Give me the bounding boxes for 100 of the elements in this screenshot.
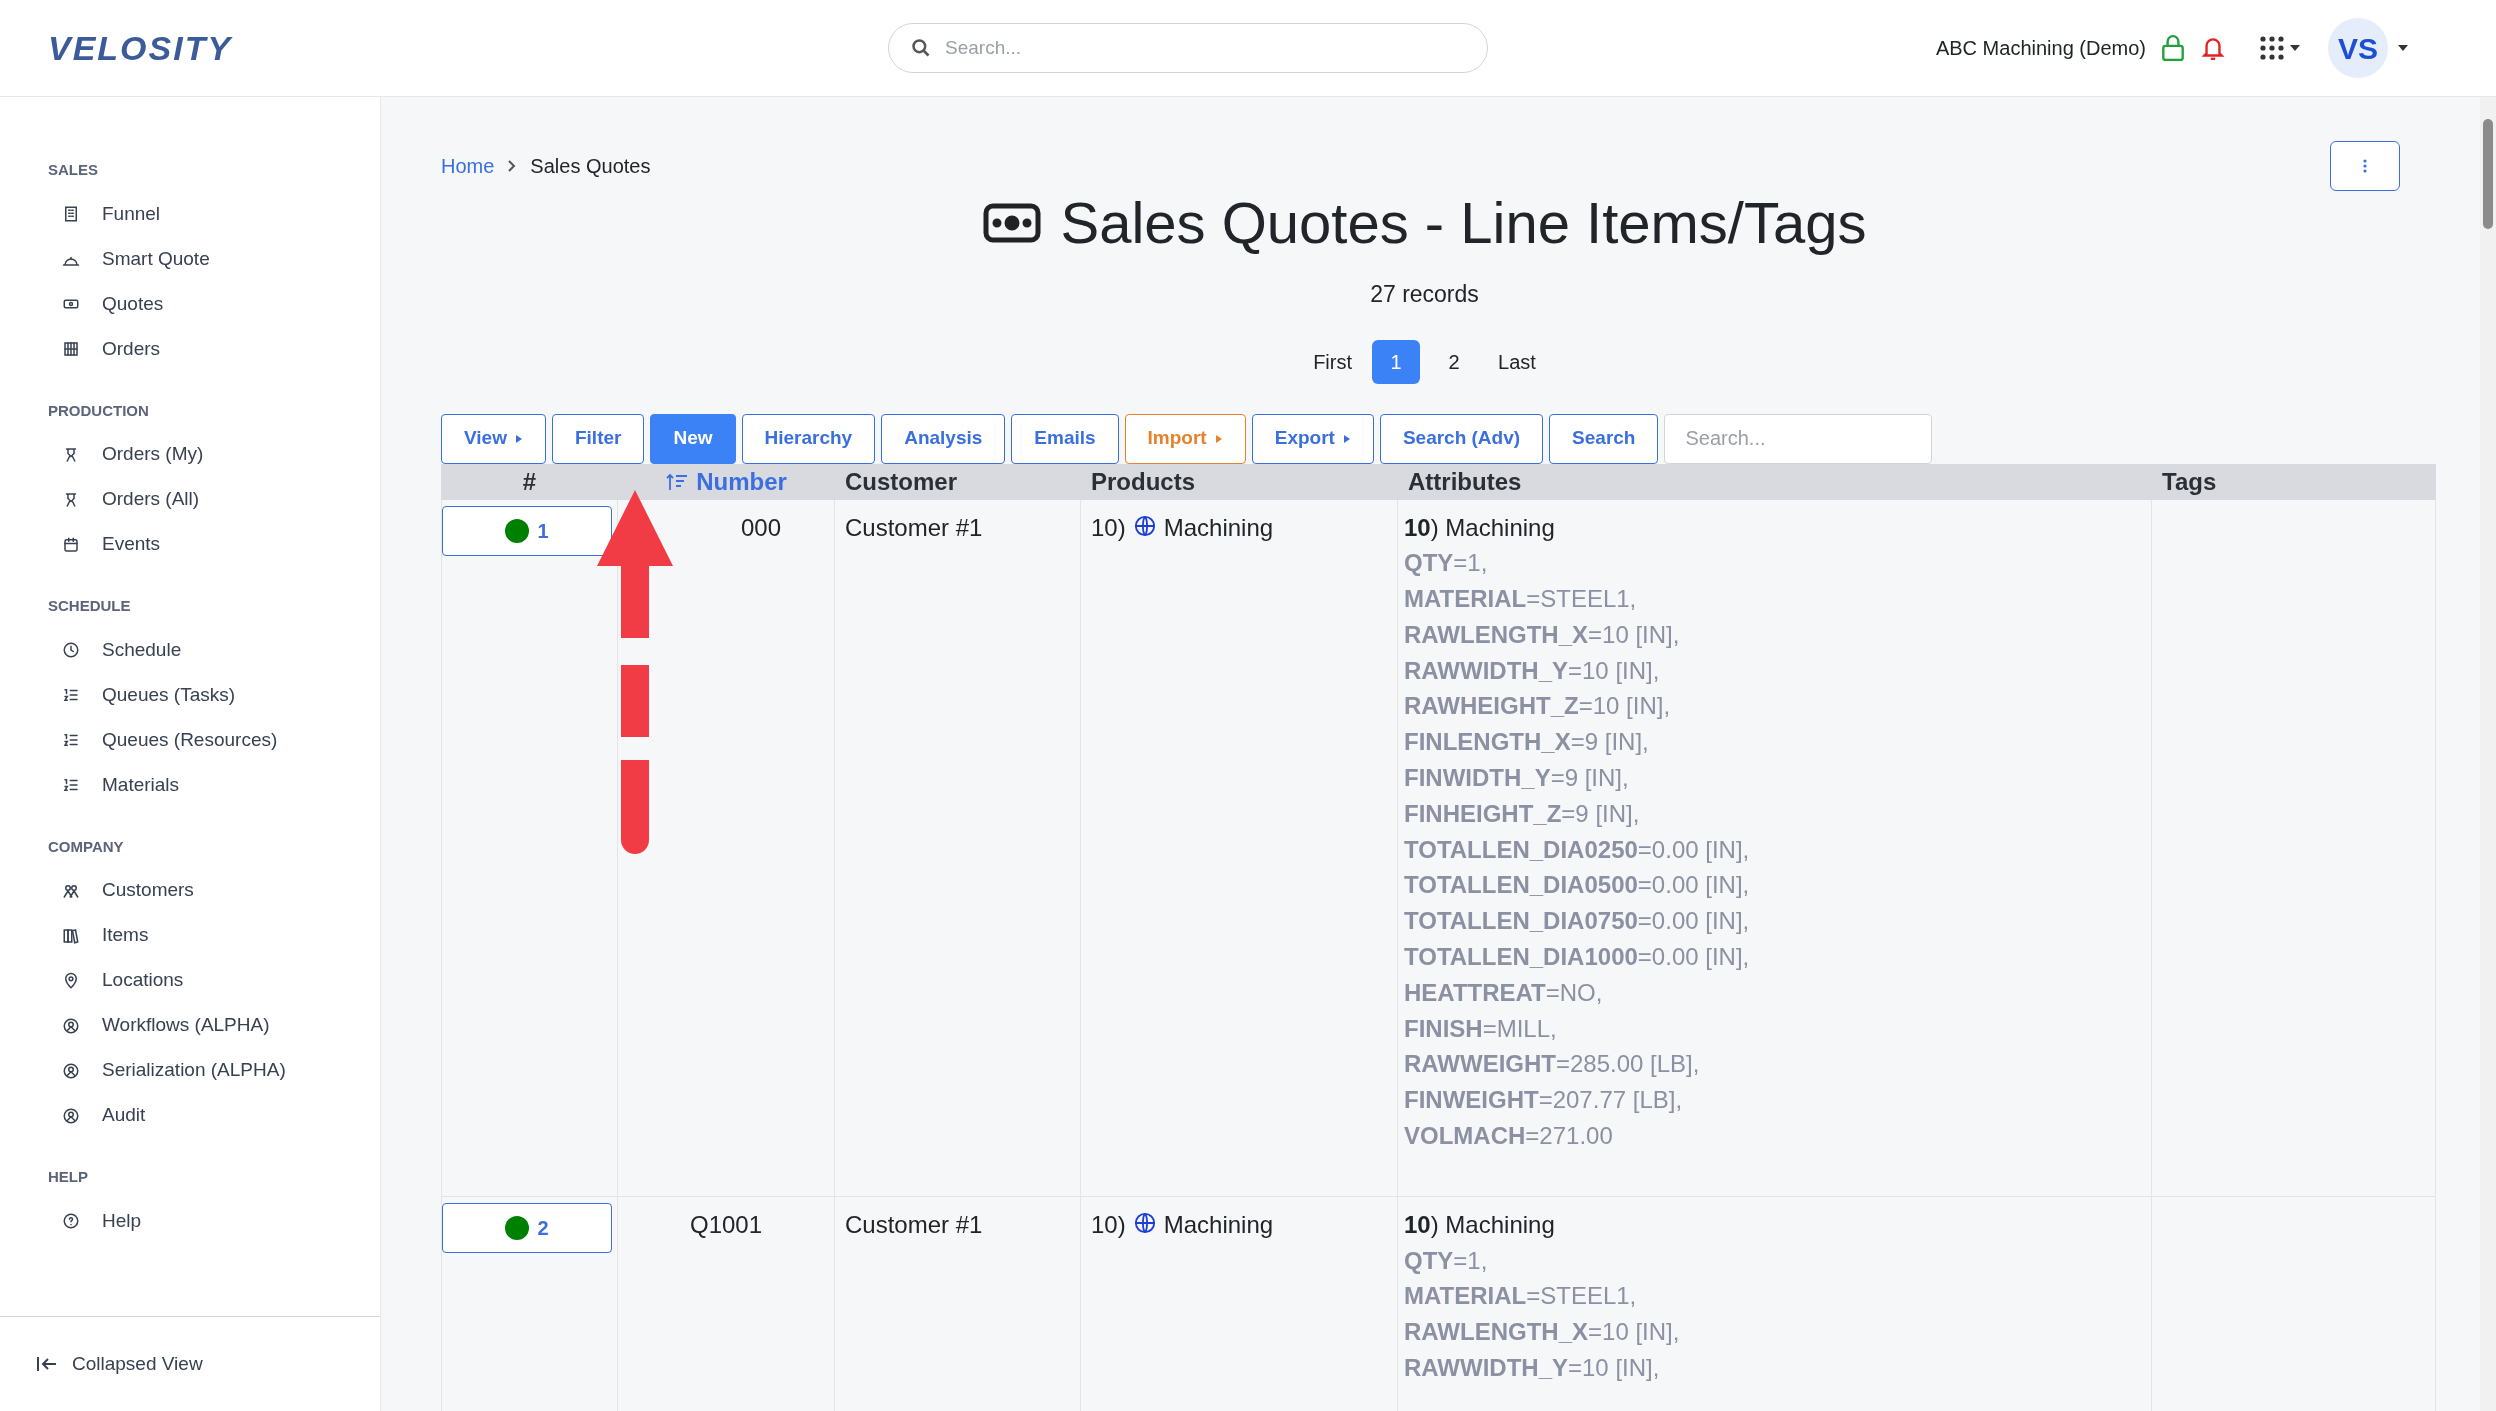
breadcrumb-link[interactable]: Home bbox=[441, 151, 495, 181]
sidebar-item[interactable]: Events bbox=[48, 522, 332, 567]
row-button[interactable]: 2 bbox=[442, 1202, 612, 1253]
table-cell-text: 000 bbox=[739, 512, 781, 543]
collapse-button[interactable]: Collapsed View bbox=[36, 1349, 203, 1379]
page-button[interactable]: 2 bbox=[1430, 339, 1479, 384]
attribute-line: TOTALLEN_DIA1000=0.00 [IN], bbox=[1404, 942, 1750, 973]
table-cell: Customer #1 bbox=[845, 1210, 983, 1238]
caret-icon bbox=[1342, 433, 1351, 444]
list-icon bbox=[62, 686, 80, 704]
caret-icon[interactable] bbox=[2398, 45, 2408, 51]
toolbar-button[interactable]: Emails bbox=[1011, 413, 1119, 464]
attribute-line: RAWHEIGHT_Z=10 [IN], bbox=[1404, 691, 1671, 722]
attribute-line: 10) Machining bbox=[1404, 512, 1555, 543]
table-cell: Customer #1 bbox=[845, 513, 983, 541]
section-heading: SCHEDULE bbox=[48, 596, 132, 616]
sidebar-item[interactable]: Queues (Tasks) bbox=[48, 672, 332, 718]
attribute-line: HEATTREAT=NO, bbox=[1404, 977, 1603, 1008]
sidebar-item[interactable]: Orders bbox=[48, 326, 332, 372]
product-link[interactable]: Machining bbox=[1163, 509, 1274, 546]
more-options-button[interactable] bbox=[2330, 141, 2400, 191]
scrollbar[interactable] bbox=[2480, 97, 2496, 1411]
sidebar-item[interactable]: Funnel bbox=[48, 191, 332, 237]
page-button[interactable]: Last bbox=[1488, 339, 1546, 384]
sidebar-item[interactable]: Locations bbox=[48, 958, 332, 1003]
attribute-line: QTY=1, bbox=[1404, 548, 1488, 579]
attribute-line: RAWWIDTH_Y=10 [IN], bbox=[1404, 655, 1660, 686]
section-heading: COMPANY bbox=[48, 836, 125, 857]
sidebar-item[interactable]: Customers bbox=[48, 868, 332, 913]
globe-icon bbox=[1133, 1211, 1156, 1234]
sidebar-item[interactable]: Help bbox=[48, 1198, 332, 1244]
page-title: Sales Quotes - Line Items/Tags bbox=[1060, 189, 1867, 257]
table-cell-text: Q1001 bbox=[689, 1209, 763, 1240]
page-button[interactable]: First bbox=[1303, 339, 1363, 384]
sidebar-item[interactable]: Schedule bbox=[48, 627, 332, 673]
globe-icon bbox=[1133, 514, 1156, 537]
toolbar-button[interactable]: Export bbox=[1251, 413, 1374, 464]
apps-menu-button[interactable] bbox=[2260, 36, 2300, 60]
logo[interactable]: VELOSITY bbox=[48, 22, 233, 74]
column-header[interactable]: # bbox=[522, 463, 537, 500]
money-icon bbox=[982, 203, 1041, 243]
attribute-line: RAWLENGTH_X=10 [IN], bbox=[1404, 1317, 1680, 1348]
sort-icon bbox=[666, 472, 689, 491]
attribute-line: QTY=1, bbox=[1404, 1245, 1488, 1276]
sidebar-item[interactable]: Audit bbox=[48, 1093, 332, 1138]
caret-icon bbox=[2290, 45, 2300, 51]
attribute-line: TOTALLEN_DIA0500=0.00 [IN], bbox=[1404, 870, 1750, 901]
toolbar-button[interactable]: Search bbox=[1549, 413, 1659, 464]
attribute-line: RAWWIDTH_Y=10 [IN], bbox=[1404, 1353, 1660, 1384]
attribute-line: FINISH=MILL, bbox=[1404, 1013, 1557, 1044]
product-link[interactable]: Machining bbox=[1163, 1206, 1274, 1243]
toolbar-button[interactable]: Analysis bbox=[881, 413, 1006, 464]
list-icon bbox=[62, 776, 80, 794]
grid-icon bbox=[2260, 36, 2284, 60]
caret-icon bbox=[514, 433, 523, 444]
grid-icon bbox=[62, 340, 80, 358]
sidebar-item[interactable]: Serialization (ALPHA) bbox=[48, 1048, 332, 1093]
column-header[interactable]: Customer bbox=[845, 463, 958, 500]
lock-icon[interactable] bbox=[2160, 34, 2186, 62]
clock-icon bbox=[62, 641, 80, 659]
toolbar-button[interactable]: View bbox=[441, 413, 546, 464]
attribute-line: FINWIDTH_Y=9 [IN], bbox=[1404, 763, 1629, 794]
avatar[interactable]: VS bbox=[2328, 18, 2388, 78]
column-header[interactable]: Attributes bbox=[1408, 463, 1522, 500]
sidebar-item[interactable]: Orders (My) bbox=[48, 432, 332, 477]
help-icon bbox=[62, 1212, 80, 1230]
page-button[interactable]: 1 bbox=[1372, 339, 1421, 384]
section-heading: HELP bbox=[48, 1167, 89, 1187]
attribute-line: FINHEIGHT_Z=9 [IN], bbox=[1404, 798, 1640, 829]
sidebar-item[interactable]: Smart Quote bbox=[48, 236, 332, 282]
sidebar-item[interactable]: Items bbox=[48, 913, 332, 958]
table-cell-text: 10) bbox=[1091, 512, 1126, 543]
attribute-line: FINLENGTH_X=9 [IN], bbox=[1404, 727, 1649, 758]
attribute-line: FINWEIGHT=207.77 [LB], bbox=[1404, 1085, 1683, 1116]
section-heading: PRODUCTION bbox=[48, 400, 150, 421]
sidebar-item[interactable]: Queues (Resources) bbox=[48, 717, 332, 763]
attribute-line: 10) Machining bbox=[1404, 1209, 1555, 1240]
attribute-line: TOTALLEN_DIA0750=0.00 [IN], bbox=[1404, 906, 1750, 937]
sidebar-item[interactable]: Workflows (ALPHA) bbox=[48, 1003, 332, 1048]
search-field[interactable]: Search... bbox=[945, 28, 1481, 68]
building-icon bbox=[62, 205, 80, 223]
column-header[interactable]: Tags bbox=[2162, 463, 2217, 500]
record-count: 27 records bbox=[1370, 280, 1479, 309]
books-icon bbox=[62, 926, 80, 945]
chevron-icon bbox=[508, 160, 517, 172]
toolbar-button[interactable]: Search (Adv) bbox=[1379, 413, 1544, 464]
row-button[interactable]: 1 bbox=[442, 505, 612, 556]
table-search-field[interactable]: Search... bbox=[1664, 413, 1933, 464]
toolbar-button[interactable]: Filter bbox=[551, 413, 645, 464]
pin-icon bbox=[62, 971, 80, 990]
search-icon bbox=[911, 38, 931, 58]
search-bar[interactable]: Search... bbox=[888, 23, 1488, 73]
column-header[interactable]: Products bbox=[1091, 463, 1195, 500]
toolbar-button[interactable]: New bbox=[650, 413, 736, 464]
sidebar-item[interactable]: Materials bbox=[48, 762, 332, 808]
sidebar-item[interactable]: Quotes bbox=[48, 281, 332, 327]
list-icon bbox=[62, 731, 80, 749]
toolbar-button[interactable]: Hierarchy bbox=[741, 413, 876, 464]
sidebar-item[interactable]: Orders (All) bbox=[48, 477, 332, 522]
attribute-line: RAWWEIGHT=285.00 [LB], bbox=[1404, 1049, 1700, 1080]
